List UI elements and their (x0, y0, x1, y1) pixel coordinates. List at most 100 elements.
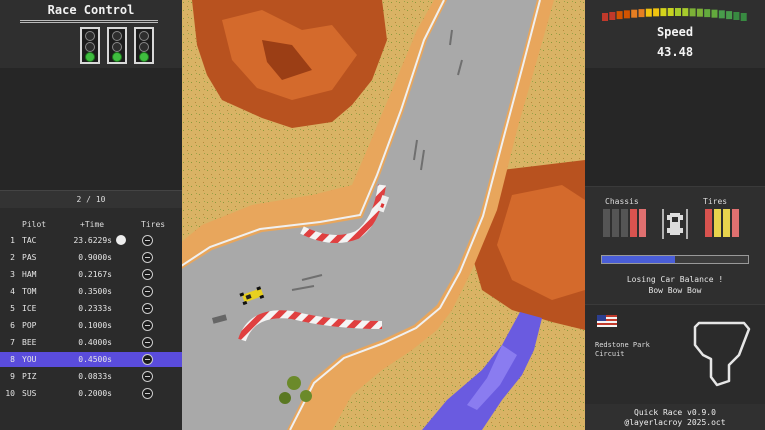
standings-row: 6 POP 0.1000s (0, 318, 182, 333)
gap-time: 0.4500s (78, 355, 112, 364)
position: 8 (10, 355, 15, 364)
start-light (80, 27, 100, 64)
position: 1 (10, 236, 15, 245)
speed-gauge-segment (609, 12, 616, 21)
gap-time: 23.6229s (73, 236, 112, 245)
player-row: 8 YOU 0.4500s (0, 352, 182, 367)
start-light (107, 27, 127, 64)
tire-icon (142, 371, 153, 382)
tire-icon (142, 269, 153, 280)
car-top-icon (662, 209, 688, 239)
standings-row: 3 HAM 0.2167s (0, 267, 182, 282)
tire-icon (142, 252, 153, 263)
gap-time: 0.4000s (78, 338, 112, 347)
speed-gauge-segment (623, 10, 630, 19)
speed-panel: Speed 43.48 (585, 0, 765, 68)
tire-icon (142, 354, 153, 365)
credit-text: @layerlacroy 2025.oct (624, 418, 726, 427)
gap-time: 0.9000s (78, 253, 112, 262)
tire-icon (142, 337, 153, 348)
tire-bar (714, 209, 721, 237)
title-divider (20, 20, 158, 23)
speed-gauge-segment (667, 8, 674, 17)
left-spacer (0, 68, 182, 190)
speed-gauge-segment (653, 8, 660, 17)
chassis-bar (612, 209, 619, 237)
version-text: Quick Race v0.9.0 (634, 408, 716, 417)
position: 6 (10, 321, 15, 330)
race-control-title: Race Control (47, 3, 135, 17)
speed-gauge-segment (718, 10, 725, 19)
gap-time: 0.2167s (78, 270, 112, 279)
pilot-name: YOU (22, 355, 37, 364)
speed-gauge-segment (733, 12, 740, 21)
tire-bar (732, 209, 739, 237)
position: 4 (10, 287, 15, 296)
right-panel: Speed 43.48 Chassis Tires Losing Car Bal… (585, 0, 765, 430)
gap-time: 0.3500s (78, 287, 112, 296)
gap-time: 0.2000s (78, 389, 112, 398)
speed-gauge-segment (631, 9, 638, 18)
tire-icon (142, 235, 153, 246)
standings-row: 2 PAS 0.9000s (0, 250, 182, 265)
position: 2 (10, 253, 15, 262)
circuit-panel: Redstone Park Circuit (585, 304, 765, 404)
standings-row: 9 PIZ 0.0833s (0, 369, 182, 384)
standings-row: 10 SUS 0.2000s (0, 386, 182, 401)
standings-row: 1 TAC 23.6229s (0, 233, 182, 248)
chassis-label: Chassis (605, 197, 639, 206)
balance-fill (602, 256, 675, 263)
speed-gauge-segment (682, 8, 689, 17)
bush (287, 376, 301, 390)
standings-row: 7 BEE 0.4000s (0, 335, 182, 350)
position: 5 (10, 304, 15, 313)
speed-gauge-segment (696, 8, 703, 17)
chassis-bar (621, 209, 628, 237)
speed-gauge-segment (645, 8, 652, 17)
lap-text: 2 / 10 (76, 195, 106, 204)
balance-bar (601, 255, 749, 264)
speed-gauge-segment (726, 11, 733, 20)
track-map (182, 0, 585, 430)
tire-icon (142, 388, 153, 399)
pilot-header: Pilot (22, 220, 47, 229)
car-status-panel: Chassis Tires Losing Car Balance ! Bow B… (585, 186, 765, 304)
pilot-name: POP (22, 321, 37, 330)
position: 10 (5, 389, 15, 398)
speed-gauge-segment (675, 8, 681, 17)
pilot-name: BEE (22, 338, 37, 347)
bush (300, 390, 312, 402)
left-panel: Race Control 2 / 10 Pilot +Time Tires 1 … (0, 0, 182, 430)
standings-row: 5 ICE 0.2333s (0, 301, 182, 316)
tire-icon (142, 320, 153, 331)
standings-row: 4 TOM 0.3500s (0, 284, 182, 299)
bush (279, 392, 291, 404)
speed-gauge-segment (602, 13, 608, 21)
pilot-name: TOM (22, 287, 37, 296)
position: 7 (10, 338, 15, 347)
chassis-bar (630, 209, 637, 237)
time-header: +Time (80, 220, 105, 229)
pilot-name: SUS (22, 389, 37, 398)
position: 3 (10, 270, 15, 279)
speed-gauge-segment (660, 8, 667, 17)
circuit-map-icon (693, 321, 751, 387)
footer: Quick Race v0.9.0 @layerlacroy 2025.oct (585, 404, 765, 430)
position: 9 (10, 372, 15, 381)
gap-time: 0.2333s (78, 304, 112, 313)
speed-label: Speed (656, 25, 694, 39)
chassis-bar (603, 209, 610, 237)
stopwatch-icon (116, 235, 126, 245)
track-view[interactable] (182, 0, 585, 430)
tire-icon (142, 286, 153, 297)
pilot-name: HAM (22, 270, 37, 279)
pilot-name: TAC (22, 236, 37, 245)
chassis-bar (639, 209, 646, 237)
speed-gauge-segment (711, 9, 718, 18)
tire-icon (142, 303, 153, 314)
circuit-name: Redstone Park Circuit (595, 341, 650, 358)
pilot-name: ICE (22, 304, 37, 313)
lap-counter: 2 / 10 (0, 190, 182, 208)
speed-gauge-segment (704, 9, 711, 18)
usa-flag-icon (597, 315, 617, 327)
